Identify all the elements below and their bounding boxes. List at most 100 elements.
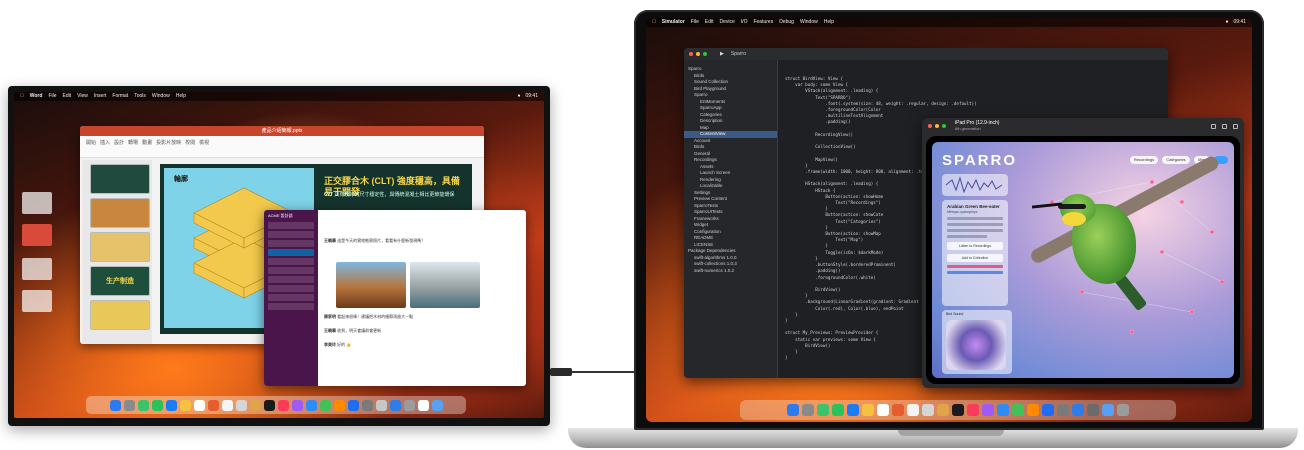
dock-app-icon[interactable] (263, 399, 275, 411)
chat-photo[interactable] (410, 262, 480, 308)
dock-app-icon[interactable] (179, 399, 191, 411)
slide-thumb[interactable] (90, 198, 150, 228)
dock-app-icon[interactable] (862, 404, 874, 416)
menubar-app-name[interactable]: Word (30, 92, 43, 101)
channel-item[interactable] (268, 285, 314, 292)
channel-item[interactable] (268, 303, 314, 310)
menu-io[interactable]: I/O (741, 18, 748, 27)
minimize-button[interactable] (935, 124, 939, 128)
play-icon[interactable]: ▶ (720, 51, 724, 57)
menu-help[interactable]: Help (176, 92, 186, 101)
dock-app-icon[interactable] (137, 399, 149, 411)
stage-manager-thumb[interactable] (22, 224, 52, 246)
recordings-button[interactable]: Recordings (1130, 156, 1158, 164)
ribbon-tab[interactable]: 投影片放映 (156, 139, 181, 154)
screenshot-icon[interactable] (1222, 123, 1227, 129)
dock-app-icon[interactable] (952, 404, 964, 416)
dock-app-icon[interactable] (892, 404, 904, 416)
dock-app-icon[interactable] (1072, 404, 1084, 416)
ipad-screen[interactable]: SPARRO Recordings Categories Map Arabian… (932, 142, 1234, 378)
dock-app-icon[interactable] (1012, 404, 1024, 416)
dock-app-icon[interactable] (847, 404, 859, 416)
dock-app-icon[interactable] (832, 404, 844, 416)
dock-app-icon[interactable] (997, 404, 1009, 416)
dock-app-icon[interactable] (291, 399, 303, 411)
dock-app-icon[interactable] (1027, 404, 1039, 416)
minimize-button[interactable] (696, 52, 700, 56)
waveform-card[interactable] (942, 174, 1008, 196)
slide-thumb[interactable] (90, 300, 150, 330)
zoom-button[interactable] (703, 52, 707, 56)
menu-view[interactable]: View (77, 92, 88, 101)
dock-app-icon[interactable] (1057, 404, 1069, 416)
apple-icon[interactable]:  (20, 92, 24, 101)
channel-item[interactable] (268, 240, 314, 247)
home-icon[interactable] (1211, 123, 1216, 129)
dock-app-icon[interactable] (193, 399, 205, 411)
slide-thumb[interactable] (90, 164, 150, 194)
dock-app-icon[interactable] (1042, 404, 1054, 416)
message-author[interactable]: 王曉華 (324, 238, 336, 243)
dock-app-icon[interactable] (333, 399, 345, 411)
menu-features[interactable]: Features (753, 18, 773, 27)
wifi-icon[interactable]: ● (517, 92, 520, 101)
close-button[interactable] (689, 52, 693, 56)
slide-thumb[interactable] (90, 232, 150, 262)
dock-app-icon[interactable] (221, 399, 233, 411)
dock-app-icon[interactable] (277, 399, 289, 411)
dock-app-icon[interactable] (235, 399, 247, 411)
menu-file[interactable]: File (48, 92, 56, 101)
dock-app-icon[interactable] (922, 404, 934, 416)
dock-app-icon[interactable] (249, 399, 261, 411)
menubar-clock[interactable]: 09:41 (1233, 18, 1246, 27)
rotate-icon[interactable] (1233, 123, 1238, 129)
ribbon-tab[interactable]: 開始 (86, 139, 96, 154)
ribbon-tab[interactable]: 轉場 (128, 139, 138, 154)
ribbon-tab[interactable]: 動畫 (142, 139, 152, 154)
scheme-name[interactable]: Sparro (731, 51, 746, 57)
menu-help[interactable]: Help (824, 18, 834, 27)
dock-app-icon[interactable] (1087, 404, 1099, 416)
dock-app-icon[interactable] (1117, 404, 1129, 416)
dock-app-icon[interactable] (375, 399, 387, 411)
ribbon-tab[interactable]: 設計 (114, 139, 124, 154)
channel-item[interactable] (268, 222, 314, 229)
menu-window[interactable]: Window (800, 18, 818, 27)
dock-app-icon[interactable] (347, 399, 359, 411)
dock-app-icon[interactable] (817, 404, 829, 416)
navigator-item[interactable]: swift-numerics 1.0.2 (684, 268, 777, 275)
dock-app-icon[interactable] (802, 404, 814, 416)
simulator-preview-window[interactable]: iPad Pro (12.9-inch) 6th generation SPAR… (922, 118, 1244, 388)
zoom-button[interactable] (942, 124, 946, 128)
menubar-app-name[interactable]: Simulator (662, 18, 685, 27)
ribbon-tab[interactable]: 校閱 (185, 139, 195, 154)
dock-app-icon[interactable] (361, 399, 373, 411)
workspace-name[interactable]: ACME 設計部 (268, 212, 314, 220)
dock-app-icon[interactable] (982, 404, 994, 416)
slider-track[interactable] (947, 265, 1003, 268)
dock-app-icon[interactable] (319, 399, 331, 411)
menu-edit[interactable]: Edit (705, 18, 714, 27)
dock-app-icon[interactable] (431, 399, 443, 411)
wifi-icon[interactable]: ● (1225, 18, 1228, 27)
add-collection-button[interactable]: Add to Collection (947, 254, 1003, 262)
slider-track[interactable] (947, 271, 1003, 274)
sound-orb[interactable] (946, 320, 1006, 370)
stage-manager-thumb[interactable] (22, 290, 52, 312)
dock-app-icon[interactable] (389, 399, 401, 411)
menu-window[interactable]: Window (152, 92, 170, 101)
dock-app-icon[interactable] (207, 399, 219, 411)
dock-app-icon[interactable] (877, 404, 889, 416)
menu-file[interactable]: File (691, 18, 699, 27)
dock-app-icon[interactable] (123, 399, 135, 411)
channel-item[interactable] (268, 267, 314, 274)
menu-format[interactable]: Format (112, 92, 128, 101)
dock-app-icon[interactable] (967, 404, 979, 416)
message-author[interactable]: 王曉華 (324, 328, 336, 333)
menu-edit[interactable]: Edit (63, 92, 72, 101)
message-author[interactable]: 李美玲 (324, 342, 336, 347)
stage-manager-thumb[interactable] (22, 258, 52, 280)
apple-icon[interactable]:  (652, 18, 656, 27)
dock-app-icon[interactable] (1102, 404, 1114, 416)
channel-item[interactable] (268, 294, 314, 301)
